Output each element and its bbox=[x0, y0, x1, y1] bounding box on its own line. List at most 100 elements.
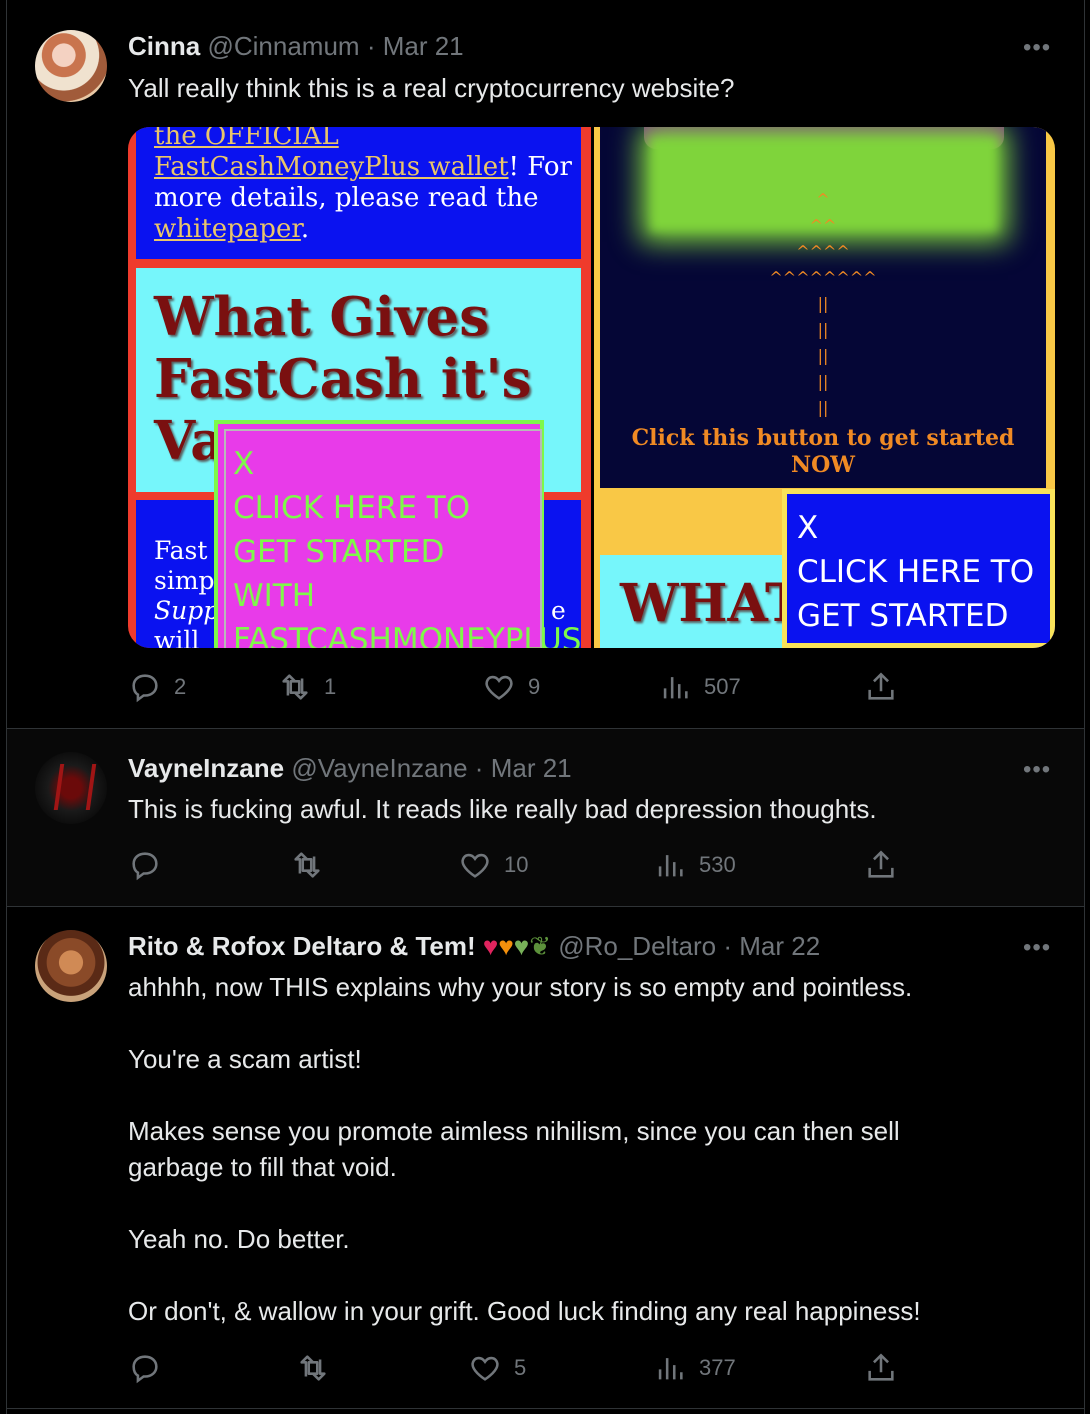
avatar[interactable] bbox=[35, 30, 107, 102]
display-name[interactable]: Rito & Rofox Deltaro & Tem! bbox=[128, 931, 476, 961]
like-button[interactable]: 9 bbox=[482, 670, 540, 704]
arrow-line: ^^^^^^^^ bbox=[769, 268, 877, 287]
arrow-line: ^^ bbox=[809, 216, 837, 235]
like-count: 10 bbox=[504, 852, 529, 877]
share-button[interactable] bbox=[864, 1351, 898, 1385]
reply-button[interactable]: 2 bbox=[128, 670, 186, 704]
dark-box: ^ ^^ ^^^^ ^^^^^^^^ || || || || || Click … bbox=[600, 127, 1046, 488]
tweet-header: Cinna @Cinnamum · Mar 21 bbox=[128, 31, 464, 62]
orange-heart-emoji-icon: ♥ bbox=[498, 931, 514, 961]
handle[interactable]: @Cinnamum bbox=[207, 31, 359, 61]
view-count: 377 bbox=[699, 1355, 736, 1380]
more-options-button[interactable]: ••• bbox=[1023, 934, 1051, 962]
heart-icon bbox=[485, 675, 513, 700]
arrow-line: || bbox=[817, 320, 829, 339]
reply-icon bbox=[132, 852, 158, 881]
retweet-count: 1 bbox=[324, 674, 337, 699]
body-line: will bbox=[154, 626, 200, 648]
popup-close-x: X bbox=[233, 446, 255, 482]
reply-icon bbox=[132, 1355, 158, 1384]
popup-line: GET STARTED bbox=[797, 598, 1009, 634]
body-line: Fast bbox=[154, 536, 208, 565]
display-name[interactable]: Cinna bbox=[128, 31, 200, 61]
tweet-actions: 10 530 bbox=[128, 848, 908, 888]
tweet-actions: 5 377 bbox=[128, 1351, 908, 1391]
arrow-line: ^ bbox=[816, 190, 830, 209]
like-button[interactable]: 10 bbox=[458, 848, 528, 882]
share-button[interactable] bbox=[864, 670, 898, 704]
heading-line: What Gives bbox=[154, 286, 490, 348]
popup-close-x: X bbox=[797, 510, 819, 546]
wallet-link: FastCashMoneyPlus wallet bbox=[154, 152, 509, 182]
share-button[interactable] bbox=[864, 848, 898, 882]
separator: · bbox=[474, 753, 484, 783]
intro-text: the OFFICIAL bbox=[154, 127, 339, 151]
timestamp[interactable]: Mar 21 bbox=[491, 753, 572, 783]
share-icon bbox=[868, 672, 894, 700]
more-options-button[interactable]: ••• bbox=[1023, 756, 1051, 784]
tweet[interactable]: Rito & Rofox Deltaro & Tem! ♥♥♥❦ @Ro_Del… bbox=[7, 907, 1084, 1407]
handle[interactable]: @VayneInzane bbox=[291, 753, 467, 783]
heart-icon bbox=[461, 853, 489, 878]
heading-line: WHAT bbox=[620, 573, 804, 634]
leaf-emoji-icon: ❦ bbox=[529, 931, 551, 961]
avatar[interactable] bbox=[35, 752, 107, 824]
tweet-text: This is fucking awful. It reads like rea… bbox=[128, 794, 877, 824]
heart-icon bbox=[471, 1356, 499, 1381]
body-line: simp bbox=[154, 566, 215, 595]
cta-text: Click this button to get started bbox=[631, 425, 1015, 451]
popup-ad: X CLICK HERE TO GET STARTED WITH FASTCAS… bbox=[214, 420, 581, 648]
retweet-button[interactable] bbox=[296, 1351, 330, 1385]
arrow-line: ^^^^ bbox=[796, 242, 850, 261]
tweet[interactable]: VayneInzane @VayneInzane · Mar 21 ••• Th… bbox=[7, 729, 1084, 906]
retweet-button[interactable]: 1 bbox=[278, 670, 336, 704]
media-left-panel: the OFFICIAL FastCashMoneyPlus wallet! F… bbox=[128, 127, 591, 648]
reply-button[interactable] bbox=[128, 848, 162, 882]
popup-line: CLICK HERE TO bbox=[233, 490, 471, 526]
popup-line: GET STARTED bbox=[233, 534, 445, 570]
like-button[interactable]: 5 bbox=[468, 1351, 526, 1385]
handle[interactable]: @Ro_Deltaro bbox=[558, 931, 716, 961]
view-count: 530 bbox=[699, 852, 736, 877]
tweet-media[interactable]: the OFFICIAL FastCashMoneyPlus wallet! F… bbox=[128, 127, 1055, 648]
reply-count: 2 bbox=[174, 674, 187, 699]
tweet-header: VayneInzane @VayneInzane · Mar 21 bbox=[128, 753, 572, 784]
intro-text: more details, please read the bbox=[154, 183, 539, 213]
intro-text: ! For bbox=[508, 152, 572, 182]
views-icon bbox=[663, 677, 688, 699]
tweet-header: Rito & Rofox Deltaro & Tem! ♥♥♥❦ @Ro_Del… bbox=[128, 931, 820, 962]
display-name[interactable]: VayneInzane bbox=[128, 753, 284, 783]
green-heart-emoji-icon: ♥ bbox=[513, 931, 530, 961]
avatar[interactable] bbox=[35, 930, 107, 1002]
views-icon bbox=[658, 855, 683, 877]
arrow-line: || bbox=[817, 294, 829, 313]
media-right-panel: ^ ^^ ^^^^ ^^^^^^^^ || || || || || Click … bbox=[594, 127, 1055, 648]
retweet-button[interactable] bbox=[290, 848, 324, 882]
tweet-text: ahhhh, now THIS explains why your story … bbox=[128, 972, 921, 1326]
arrow-line: || bbox=[817, 346, 829, 365]
view-count: 507 bbox=[704, 674, 741, 699]
retweet-icon bbox=[294, 852, 320, 878]
retweet-icon bbox=[282, 674, 308, 700]
divider bbox=[7, 1408, 1084, 1409]
popup-line: WITH bbox=[233, 578, 316, 614]
whitepaper-link: whitepaper bbox=[154, 214, 301, 244]
views-button[interactable]: 507 bbox=[658, 670, 741, 704]
like-count: 5 bbox=[514, 1355, 527, 1380]
views-button[interactable]: 377 bbox=[653, 1351, 736, 1385]
popup-line: FASTCASHMONEYPLUS bbox=[233, 622, 582, 648]
more-options-button[interactable]: ••• bbox=[1023, 34, 1051, 62]
heading-box: WHAT bbox=[600, 555, 804, 648]
retweet-icon bbox=[300, 1355, 326, 1381]
views-button[interactable]: 530 bbox=[653, 848, 736, 882]
tweet-text: Yall really think this is a real cryptoc… bbox=[128, 73, 735, 103]
share-icon bbox=[868, 850, 894, 878]
separator: · bbox=[366, 31, 376, 61]
body-line: Supp bbox=[154, 596, 220, 625]
tweet[interactable]: Cinna @Cinnamum · Mar 21 ••• Yall really… bbox=[7, 0, 1084, 728]
share-icon bbox=[868, 1353, 894, 1381]
timestamp[interactable]: Mar 22 bbox=[739, 931, 820, 961]
popup-line: CLICK HERE TO bbox=[797, 554, 1035, 590]
reply-button[interactable] bbox=[128, 1351, 162, 1385]
timestamp[interactable]: Mar 21 bbox=[383, 31, 464, 61]
